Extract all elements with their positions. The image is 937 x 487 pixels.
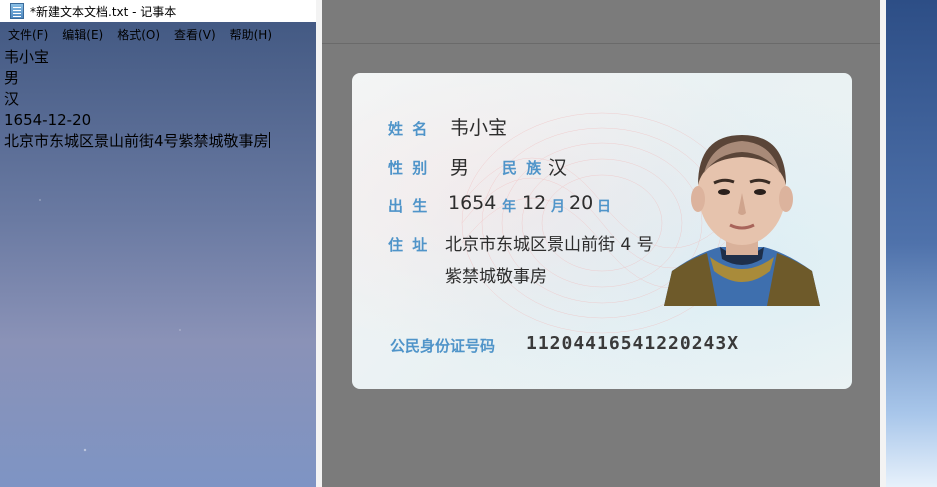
value-id-number: 11204416541220243X <box>526 333 740 354</box>
value-name: 韦小宝 <box>450 117 508 139</box>
menu-view[interactable]: 查看(V) <box>167 26 223 43</box>
text-caret <box>268 132 270 148</box>
value-ethnicity: 汉 <box>548 157 568 179</box>
portrait-photo <box>664 135 820 306</box>
viewer-toolbar-edge <box>322 43 880 44</box>
text-line-name: 韦小宝 <box>4 48 50 66</box>
text-line-birthdate: 1654-12-20 <box>4 111 92 129</box>
label-day: 日 <box>597 199 611 215</box>
window-divider-right <box>880 0 886 487</box>
text-line-address-row: 北京市东城区景山前街4号紫禁城敬事房 <box>4 131 314 152</box>
id-card-image: 姓 名 韦小宝 性 别 男 民 族 汉 出 生 1654 年 12 月 20 日… <box>352 73 852 389</box>
notepad-icon <box>10 3 24 19</box>
value-address: 北京市东城区景山前街 4 号 紫禁城敬事房 <box>445 229 654 293</box>
value-birth-year: 1654 <box>448 192 497 214</box>
label-name: 姓 名 <box>388 120 430 138</box>
label-address: 住 址 <box>388 236 430 254</box>
menu-edit[interactable]: 编辑(E) <box>55 26 110 43</box>
text-line-gender: 男 <box>4 69 20 87</box>
window-title: *新建文本文档.txt - 记事本 <box>30 4 177 19</box>
text-editor[interactable]: 韦小宝 男 汉 1654-12-20 北京市东城区景山前街4号紫禁城敬事房 <box>4 47 314 477</box>
menu-bar: 文件(F) 编辑(E) 格式(O) 查看(V) 帮助(H) <box>0 24 316 44</box>
text-line-address: 北京市东城区景山前街4号紫禁城敬事房 <box>4 132 269 150</box>
notepad-window: *新建文本文档.txt - 记事本 文件(F) 编辑(E) 格式(O) 查看(V… <box>0 0 316 487</box>
address-line-1: 北京市东城区景山前街 4 号 <box>445 235 654 255</box>
menu-help[interactable]: 帮助(H) <box>223 26 279 43</box>
menu-format[interactable]: 格式(O) <box>110 26 167 43</box>
notepad-titlebar[interactable]: *新建文本文档.txt - 记事本 <box>0 0 316 22</box>
value-birth-day: 20 <box>569 192 594 214</box>
image-viewer: 姓 名 韦小宝 性 别 男 民 族 汉 出 生 1654 年 12 月 20 日… <box>322 0 880 487</box>
text-line-ethnicity: 汉 <box>4 90 20 108</box>
label-birth: 出 生 <box>388 197 430 215</box>
menu-file[interactable]: 文件(F) <box>0 26 55 43</box>
label-ethnicity: 民 族 <box>502 159 544 177</box>
label-year: 年 <box>502 199 516 215</box>
desktop-wallpaper-right <box>886 0 937 487</box>
value-birth-month: 12 <box>522 192 547 214</box>
label-id-number: 公民身份证号码 <box>390 337 496 355</box>
label-month: 月 <box>551 199 565 215</box>
value-gender: 男 <box>450 157 470 179</box>
address-line-2: 紫禁城敬事房 <box>445 267 547 287</box>
label-gender: 性 别 <box>388 159 430 177</box>
